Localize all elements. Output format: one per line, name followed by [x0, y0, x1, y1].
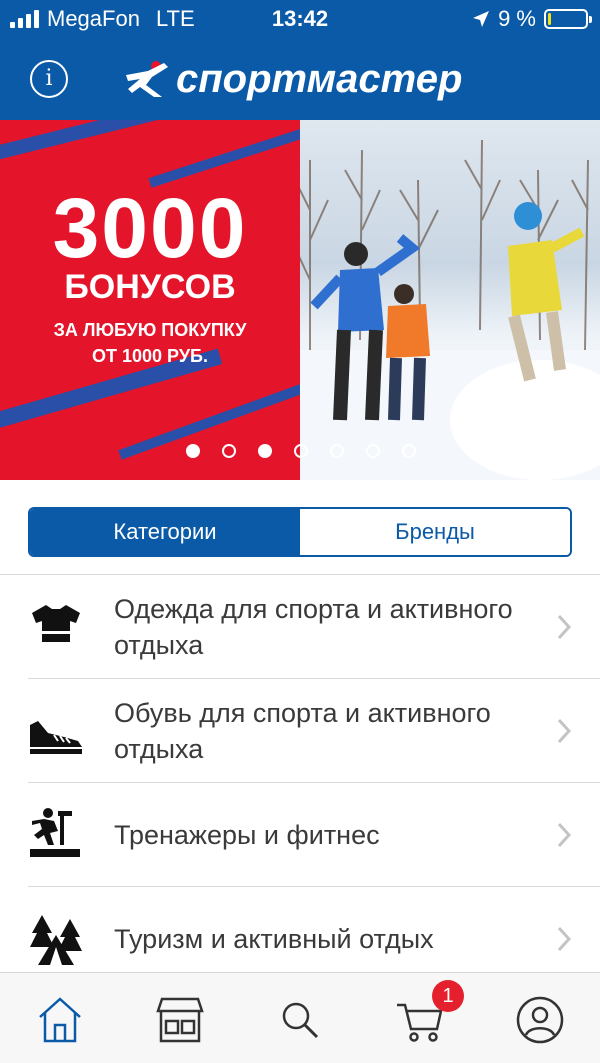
search-icon[interactable] [275, 995, 325, 1045]
logo-text: спортмастер [176, 56, 463, 101]
info-button[interactable]: i [30, 60, 68, 98]
cart-badge: 1 [432, 980, 464, 1012]
category-row-footwear[interactable]: Обувь для спорта и активного отдыха [0, 679, 600, 782]
tshirt-icon [32, 605, 80, 642]
status-bar: MegaFon LTE 13:42 9 % [0, 0, 600, 38]
promo-bonus-word: БОНУСОВ [64, 268, 236, 306]
chevron-right-icon [557, 614, 572, 639]
chevron-right-icon [557, 718, 572, 743]
carousel-dot[interactable] [186, 444, 200, 458]
bottom-tab-bar [0, 972, 600, 1063]
profile-icon[interactable] [515, 995, 565, 1045]
status-right: 9 % [472, 6, 592, 32]
winter-scene-illustration [300, 139, 600, 480]
chevron-right-icon [557, 822, 572, 847]
tab-categories[interactable]: Категории [30, 509, 300, 555]
carousel-dot[interactable] [330, 444, 344, 458]
brand-logo[interactable]: спортмастер [124, 56, 484, 102]
promo-banner[interactable]: 3000 БОНУСОВ ЗА ЛЮБУЮ ПОКУПКУ ОТ 1000 РУ… [0, 120, 600, 480]
carousel-dot[interactable] [294, 444, 308, 458]
category-row-fitness[interactable]: Тренажеры и фитнес [0, 783, 600, 886]
category-row-clothing[interactable]: Одежда для спорта и активного отдыха [0, 575, 600, 678]
banner-photo [300, 120, 600, 480]
battery-icon [544, 9, 592, 29]
carousel-dot[interactable] [402, 444, 416, 458]
banner-red-panel: 3000 БОНУСОВ ЗА ЛЮБУЮ ПОКУПКУ ОТ 1000 РУ… [0, 120, 300, 480]
category-list: Одежда для спорта и активного отдыха Обу… [0, 574, 600, 990]
location-arrow-icon [473, 11, 490, 27]
runner-logo-icon [126, 61, 168, 97]
promo-line-1: ЗА ЛЮБУЮ ПОКУПКУ [53, 320, 247, 340]
category-label: Одежда для спорта и активного отдыха [114, 593, 513, 660]
promo-amount: 3000 [52, 181, 248, 275]
carousel-dot[interactable] [258, 444, 272, 458]
promo-line-2: ОТ 1000 РУБ. [92, 346, 208, 366]
chevron-right-icon [557, 926, 572, 951]
category-label: Туризм и активный отдых [114, 923, 434, 954]
category-label: Обувь для спорта и активного отдыха [114, 697, 491, 764]
battery-percent: 9 % [498, 6, 536, 31]
tab-brands[interactable]: Бренды [300, 509, 570, 555]
tent-trees-icon [30, 915, 82, 965]
sneaker-icon [30, 721, 82, 754]
category-label: Тренажеры и фитнес [114, 819, 380, 850]
carousel-dot[interactable] [222, 444, 236, 458]
categories-brands-switch[interactable]: Категории Бренды [28, 507, 572, 557]
store-icon[interactable] [155, 995, 205, 1045]
carousel-dots[interactable] [186, 444, 416, 458]
home-icon[interactable] [35, 995, 85, 1045]
treadmill-icon [30, 808, 80, 857]
carousel-dot[interactable] [366, 444, 380, 458]
app-header: MegaFon LTE 13:42 9 % i спортмастер [0, 0, 600, 120]
